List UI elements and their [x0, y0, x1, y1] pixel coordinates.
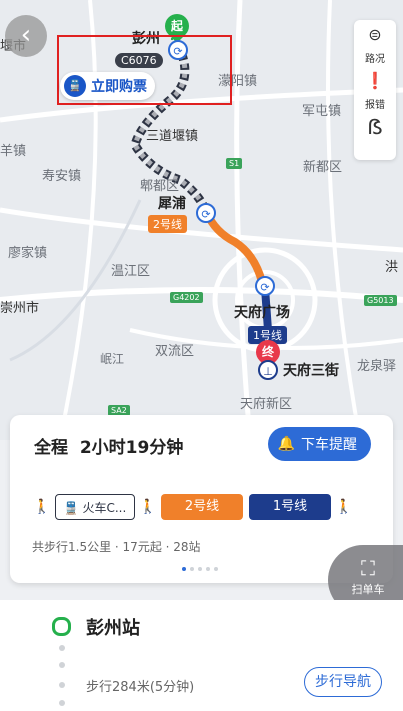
route-detail-panel: 彭州站 步行284米(5分钟) 步行导航 — [0, 600, 403, 711]
alight-reminder-button[interactable]: 🔔 下车提醒 — [267, 427, 371, 461]
walk-icon: 🚶 — [335, 499, 353, 515]
traffic-button[interactable]: ⊜ 路况 — [354, 20, 396, 66]
first-station-name: 彭州站 — [86, 618, 140, 639]
route-meta: 共步行1.5公里 · 17元起 · 28站 — [32, 540, 201, 554]
scan-bike-label: 扫单车 — [351, 583, 385, 596]
route-steps: 🚶 🚆 火车C... 🚶 2号线 1号线 🚶 — [32, 493, 354, 521]
train-icon: 🚆 — [63, 501, 79, 515]
page-dot — [206, 567, 210, 571]
walk-icon: 🚶 — [139, 499, 157, 515]
road-shield: G4202 — [170, 292, 203, 303]
back-button[interactable]: ‹ — [5, 15, 47, 57]
page-dot — [214, 567, 218, 571]
report-button[interactable]: ❗ 报错 — [354, 66, 396, 112]
people-button[interactable]: ẞ — [354, 112, 396, 158]
transfer-icon: ⟳ — [255, 276, 275, 296]
scan-icon: ⛶ — [361, 556, 375, 580]
timeline-dot — [59, 645, 65, 651]
place-label: 崇州市 — [0, 301, 40, 316]
place-label: 羊镇 — [0, 144, 27, 159]
road-shield: S1 — [226, 158, 243, 169]
route-map[interactable]: 彭州 濛阳镇 军屯镇 三道堰镇 新都区 寿安镇 郫都区 犀浦 廖家镇 温江区 双… — [0, 0, 403, 440]
bell-icon: 🔔 — [277, 436, 295, 452]
walk-info: 步行284米(5分钟) — [86, 680, 195, 695]
segment-line2: 2号线 — [161, 494, 243, 520]
page-dot — [190, 567, 194, 571]
place-label: 温江区 — [111, 264, 151, 279]
traffic-label: 路况 — [365, 54, 385, 65]
place-label: 新都区 — [303, 160, 343, 175]
page-dot — [182, 567, 186, 571]
report-label: 报错 — [365, 100, 385, 111]
total-duration: 全程 2小时19分钟 — [34, 433, 183, 458]
people-icon: ẞ — [367, 115, 383, 139]
place-label: 龙泉驿 — [357, 359, 397, 374]
segment-train-label: 火车C... — [82, 501, 127, 515]
place-label: 洪 — [385, 260, 399, 275]
price: 17元起 — [122, 540, 162, 554]
segment-train: 🚆 火车C... — [55, 494, 135, 520]
stop-count: 28站 — [173, 540, 201, 554]
walk-distance: 共步行1.5公里 — [32, 540, 112, 554]
train-number-tag: C6076 — [115, 53, 163, 68]
timeline-dot — [59, 662, 65, 668]
place-label: 廖家镇 — [8, 246, 48, 261]
traffic-icon: ⊜ — [368, 25, 382, 44]
map-toolbar: ⊜ 路况 ❗ 报错 ẞ — [354, 20, 396, 160]
report-icon: ❗ — [365, 71, 385, 90]
alight-reminder-label: 下车提醒 — [301, 437, 357, 453]
place-label: 犀浦 — [158, 196, 186, 212]
timeline-dot — [59, 682, 65, 688]
place-label: 岷江 — [100, 352, 125, 366]
start-station-dot — [52, 617, 71, 636]
train-icon: 🚆 — [64, 75, 86, 97]
walk-icon: 🚶 — [33, 499, 51, 515]
place-label: 双流区 — [155, 344, 195, 359]
place-label: 天府新区 — [240, 397, 293, 412]
transfer-icon: ⟳ — [196, 203, 216, 223]
station-label: 天府广场 — [234, 305, 290, 321]
station-label: 天府三街 — [283, 363, 339, 379]
buy-ticket-label: 立即购票 — [91, 79, 147, 95]
back-arrow-icon: ‹ — [20, 20, 32, 50]
place-label: 寿安镇 — [42, 169, 82, 184]
line2-tag: 2号线 — [148, 215, 187, 233]
segment-line1: 1号线 — [249, 494, 331, 520]
timeline-dot — [59, 700, 65, 706]
station-icon: ⊥ — [258, 360, 278, 380]
road-shield: G5013 — [364, 295, 397, 306]
buy-ticket-button[interactable]: 🚆 立即购票 — [60, 72, 155, 100]
place-label: 郫都区 — [140, 179, 180, 194]
page-indicator — [182, 567, 218, 571]
walk-navigation-button[interactable]: 步行导航 — [304, 667, 382, 697]
total-label: 全程 — [34, 438, 68, 458]
place-label: 军屯镇 — [302, 104, 342, 119]
page-dot — [198, 567, 202, 571]
place-label: 三道堰镇 — [146, 129, 199, 144]
total-time: 2小时19分钟 — [79, 438, 184, 458]
